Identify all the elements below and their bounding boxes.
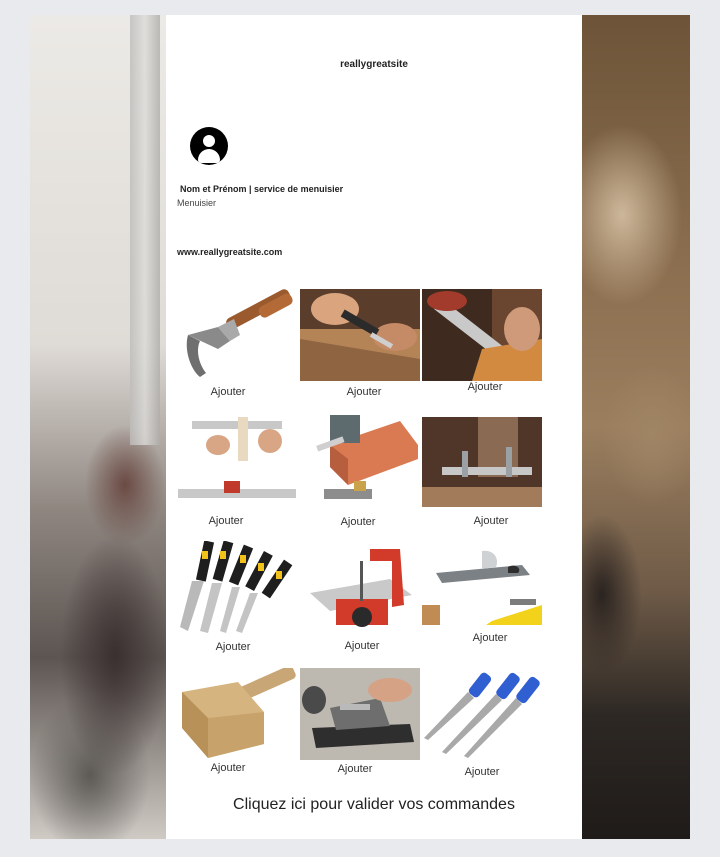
product-chisel-set[interactable] [178, 541, 298, 635]
profile-role: Menuisier [177, 198, 217, 208]
product-miter-clamp[interactable] [422, 417, 542, 507]
wooden-mallet-icon [182, 668, 296, 758]
saw-wood-icon [422, 289, 542, 381]
site-title: reallygreatsite [340, 59, 408, 70]
product-scroll-saw[interactable] [300, 545, 420, 637]
product-saw-wood[interactable] [422, 289, 542, 381]
add-button-4[interactable]: Ajouter [166, 515, 286, 527]
product-hand-planes[interactable] [422, 541, 542, 625]
add-button-8[interactable]: Ajouter [302, 640, 422, 652]
add-button-10[interactable]: Ajouter [168, 762, 288, 774]
product-chisel-wood[interactable] [300, 289, 420, 381]
files-set-icon [424, 672, 540, 758]
product-claw-hammer[interactable] [178, 289, 296, 381]
miter-clamp-icon [422, 417, 542, 507]
add-button-12[interactable]: Ajouter [422, 766, 542, 778]
background-photo-right [582, 15, 690, 839]
product-jointer-plane[interactable] [300, 668, 420, 760]
validate-orders-link[interactable]: Cliquez ici pour valider vos commandes [166, 796, 582, 814]
chisel-set-icon [180, 541, 293, 633]
claw-hammer-icon [186, 289, 293, 377]
add-button-2[interactable]: Ajouter [304, 386, 424, 398]
bench-plane-block-icon [316, 415, 418, 499]
product-wooden-mallet[interactable] [178, 668, 298, 760]
avatar-icon [190, 127, 228, 165]
hand-planes-icon [422, 550, 542, 625]
add-button-9[interactable]: Ajouter [430, 632, 550, 644]
background-photo-left [30, 15, 166, 839]
product-bench-plane-block[interactable] [300, 415, 420, 507]
chisel-wood-icon [300, 289, 420, 381]
add-button-7[interactable]: Ajouter [173, 641, 293, 653]
scroll-saw-icon [310, 549, 412, 627]
product-files-set[interactable] [422, 668, 542, 760]
jointer-plane-icon [300, 668, 420, 760]
add-button-6[interactable]: Ajouter [431, 515, 551, 527]
add-button-1[interactable]: Ajouter [168, 386, 288, 398]
add-button-5[interactable]: Ajouter [298, 516, 418, 528]
add-button-11[interactable]: Ajouter [295, 763, 415, 775]
ruler-square-icon [178, 417, 296, 498]
profile-name: Nom et Prénom | service de menuisier [180, 184, 344, 194]
add-button-3[interactable]: Ajouter [425, 381, 545, 393]
product-ruler-square[interactable] [178, 415, 298, 505]
order-sheet: reallygreatsite Nom et Prénom | service … [166, 15, 582, 839]
profile-url[interactable]: www.reallygreatsite.com [177, 247, 282, 257]
